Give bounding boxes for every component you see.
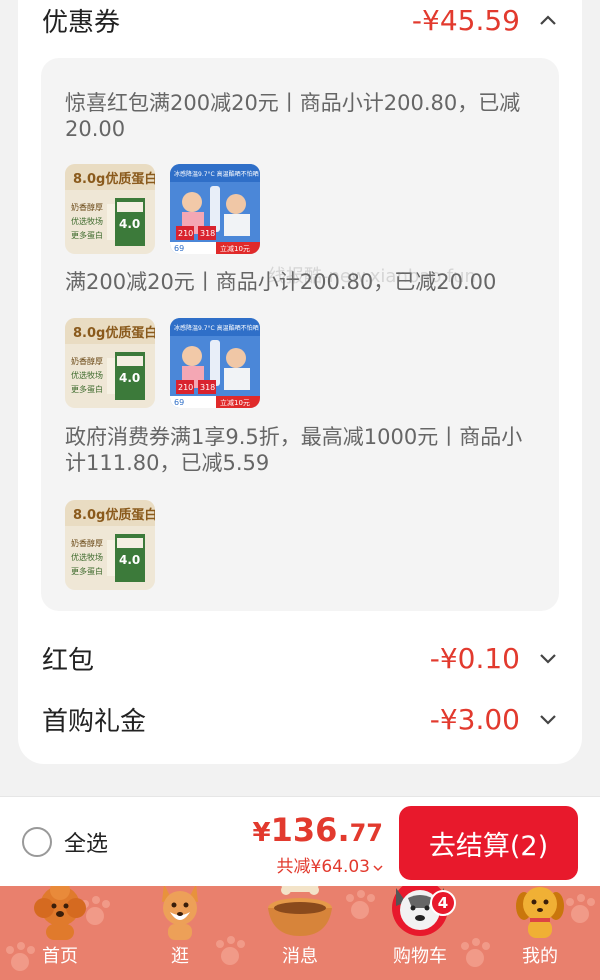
product-thumbs: 8.0g优质蛋白 奶香醇厚 优选牧场 更多蛋白 4.0 冰感降温9.7°C 高温… xyxy=(65,318,260,408)
cart-count-badge: 4 xyxy=(430,890,456,916)
coupon-amount: -¥45.59 xyxy=(411,3,520,37)
tab-mine[interactable]: 我的 xyxy=(490,886,590,980)
svg-text:210: 210 xyxy=(178,229,193,238)
svg-text:优选牧场: 优选牧场 xyxy=(71,216,103,226)
red-packet-row[interactable]: 红包 -¥0.10 xyxy=(42,638,560,678)
discount-card: 优惠券 -¥45.59 惊喜红包满200减20元丨商品小计200.80，已减20… xyxy=(18,0,582,764)
svg-text:8.0g优质蛋白: 8.0g优质蛋白 xyxy=(73,507,155,523)
milk-product-image[interactable]: 8.0g优质蛋白 奶香醇厚 优选牧场 更多蛋白 4.0 xyxy=(65,318,155,408)
first-purchase-gift-row[interactable]: 首购礼金 -¥3.00 xyxy=(42,699,560,739)
coupon-rule: 惊喜红包满200减20元丨商品小计200.80，已减20.00 xyxy=(65,91,521,141)
milk-head-text: 8.0g优质蛋白 xyxy=(73,171,155,187)
product-thumbs: 8.0g优质蛋白 奶香醇厚 优选牧场 更多蛋白 4.0 冰感降温9.7°C 高温… xyxy=(65,164,260,254)
tab-cart[interactable]: 4 购物车 xyxy=(370,886,470,980)
bottom-tab-bar: 首页 逛 消息 4 购物车 我的 xyxy=(0,886,600,980)
sunscreen-product-image[interactable]: 冰感降温9.7°C 高温酷晒不怕晒 210 318 69 立减10元 xyxy=(170,318,260,408)
tab-label: 我的 xyxy=(522,946,558,967)
chevron-up-icon[interactable] xyxy=(536,8,560,32)
tab-messages[interactable]: 消息 xyxy=(250,886,350,980)
svg-text:4.0: 4.0 xyxy=(119,553,140,567)
coupon-row[interactable]: 优惠券 -¥45.59 xyxy=(42,2,560,38)
select-all-label: 全选 xyxy=(64,832,109,857)
coupon-detail-box: 惊喜红包满200减20元丨商品小计200.80，已减20.00 8.0g优质蛋白… xyxy=(41,58,559,611)
total-price: ¥136.77 xyxy=(252,811,383,849)
product-thumbs: 8.0g优质蛋白 奶香醇厚 优选牧场 更多蛋白 4.0 xyxy=(65,500,155,590)
golden-dog-icon xyxy=(516,887,564,938)
corgi-dog-icon xyxy=(162,886,198,940)
tab-label: 购物车 xyxy=(393,946,447,967)
svg-text:210: 210 xyxy=(178,383,193,392)
svg-text:318: 318 xyxy=(200,229,215,238)
select-all-radio[interactable] xyxy=(22,827,52,857)
svg-text:立减10元: 立减10元 xyxy=(220,398,250,407)
coupon-rule: 政府消费券满1享9.5折，最高减1000元丨商品小计111.80，已减5.59 xyxy=(65,425,523,475)
poodle-dog-icon xyxy=(34,886,86,940)
select-all-toggle[interactable]: 全选 xyxy=(22,826,108,858)
tab-label: 首页 xyxy=(42,946,78,967)
svg-text:4.0: 4.0 xyxy=(119,371,140,385)
dog-bowl-icon xyxy=(268,886,332,936)
svg-text:冰感降温9.7°C 高温酷晒不怕晒: 冰感降温9.7°C 高温酷晒不怕晒 xyxy=(174,324,259,332)
first-gift-title: 首购礼金 xyxy=(42,706,147,737)
tab-home[interactable]: 首页 xyxy=(10,886,110,980)
chevron-down-icon[interactable] xyxy=(536,707,560,731)
svg-text:奶香醇厚: 奶香醇厚 xyxy=(71,538,103,548)
svg-text:优选牧场: 优选牧场 xyxy=(71,552,103,562)
watermark: 线报酷-new.xianbao.fun xyxy=(268,266,476,287)
svg-text:4.0: 4.0 xyxy=(119,217,140,231)
chevron-down-icon xyxy=(373,865,383,872)
tab-label: 消息 xyxy=(282,946,318,967)
svg-text:更多蛋白: 更多蛋白 xyxy=(71,230,103,240)
chevron-down-icon[interactable] xyxy=(536,646,560,670)
svg-text:冰感降温9.7°C 高温酷晒不怕晒: 冰感降温9.7°C 高温酷晒不怕晒 xyxy=(174,170,259,178)
svg-text:奶香醇厚: 奶香醇厚 xyxy=(71,356,103,366)
svg-text:69: 69 xyxy=(174,398,184,407)
svg-text:立减10元: 立减10元 xyxy=(220,244,250,253)
coupon-title: 优惠券 xyxy=(42,7,121,38)
first-gift-amount: -¥3.00 xyxy=(429,702,520,736)
tab-label: 逛 xyxy=(171,946,189,967)
svg-text:更多蛋白: 更多蛋白 xyxy=(71,384,103,394)
svg-text:奶香醇厚: 奶香醇厚 xyxy=(71,202,103,212)
svg-text:318: 318 xyxy=(200,383,215,392)
tab-browse[interactable]: 逛 xyxy=(130,886,230,980)
svg-text:69: 69 xyxy=(174,244,184,253)
checkout-button[interactable]: 去结算(2) xyxy=(399,806,578,880)
red-packet-title: 红包 xyxy=(42,645,95,676)
milk-product-image[interactable]: 8.0g优质蛋白 奶香醇厚 优选牧场 更多蛋白 4.0 xyxy=(65,500,155,590)
svg-text:更多蛋白: 更多蛋白 xyxy=(71,566,103,576)
total-price-block: ¥136.77 共减¥64.03 xyxy=(253,811,383,877)
milk-product-image[interactable]: 8.0g优质蛋白 奶香醇厚 优选牧场 更多蛋白 4.0 xyxy=(65,164,155,254)
checkout-bar: 全选 ¥136.77 共减¥64.03 去结算(2) xyxy=(0,796,600,886)
red-packet-amount: -¥0.10 xyxy=(429,641,520,675)
svg-text:优选牧场: 优选牧场 xyxy=(71,370,103,380)
total-saved-toggle[interactable]: 共减¥64.03 xyxy=(253,852,383,877)
svg-text:8.0g优质蛋白: 8.0g优质蛋白 xyxy=(73,325,155,341)
sunscreen-product-image[interactable]: 冰感降温9.7°C 高温酷晒不怕晒 210 318 69 立减10元 xyxy=(170,164,260,254)
